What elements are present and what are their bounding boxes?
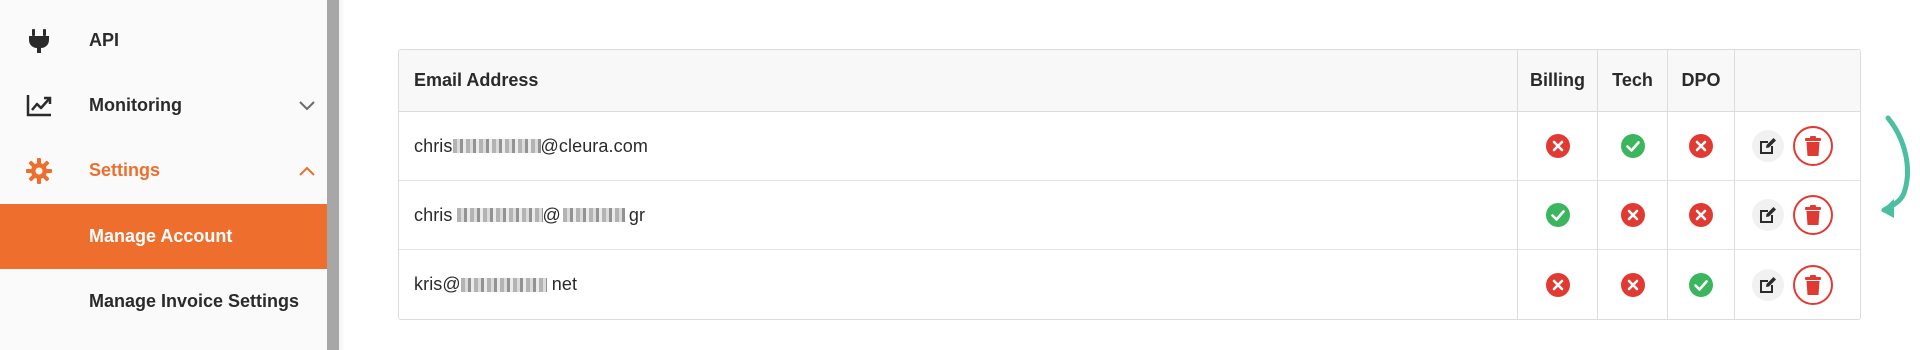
billing-cell: [1518, 181, 1598, 249]
edit-icon: [1760, 276, 1776, 293]
edit-button[interactable]: [1752, 199, 1784, 231]
tech-cell: [1598, 250, 1668, 319]
cross-icon: [1545, 272, 1571, 298]
actions-cell: [1735, 250, 1860, 319]
sidebar-item-label: Monitoring: [89, 95, 182, 115]
email-prefix: chris: [414, 204, 453, 225]
actions-cell: [1735, 112, 1860, 180]
check-icon: [1688, 272, 1714, 298]
delete-button[interactable]: [1793, 126, 1833, 166]
table-header-row: Email Address Billing Tech DPO: [399, 50, 1860, 112]
table-row: chris @ gr: [399, 181, 1860, 250]
email-cell: chris @ gr: [399, 181, 1518, 249]
cross-icon: [1620, 202, 1646, 228]
email-mid: @: [542, 204, 561, 225]
edit-icon: [1760, 207, 1776, 223]
contacts-table: Email Address Billing Tech DPO chris @cle…: [398, 49, 1861, 320]
sidebar-scrollbar[interactable]: [327, 0, 339, 350]
sidebar-item-label: Manage Account: [89, 226, 233, 246]
dpo-cell: [1668, 112, 1735, 180]
cross-icon: [1688, 133, 1714, 159]
column-header-tech: Tech: [1598, 50, 1668, 111]
redacted-text: [452, 139, 541, 153]
annotation-arrow-icon: [1881, 115, 1910, 218]
email-suffix: gr: [628, 204, 646, 225]
delete-button[interactable]: [1793, 264, 1833, 305]
page: API Monitoring Settings Manage Account M…: [0, 0, 1920, 350]
sidebar-item-api[interactable]: API: [0, 8, 327, 73]
sidebar-item-label: Settings: [89, 160, 161, 180]
email-cell: kris@ net: [399, 250, 1518, 319]
gear-icon: [26, 157, 52, 184]
sidebar-item-label: Manage Invoice Settings: [89, 291, 300, 311]
edit-button[interactable]: [1752, 130, 1784, 162]
sidebar-item-monitoring[interactable]: Monitoring: [0, 73, 327, 138]
table-row: chris @cleura.com: [399, 112, 1860, 181]
chevron-up-icon: [297, 161, 317, 181]
sidebar-item-manage-account[interactable]: Manage Account: [0, 204, 327, 269]
email-suffix: @cleura.com: [540, 135, 648, 156]
sidebar-item-label: API: [89, 30, 120, 50]
trash-icon: [1805, 274, 1821, 295]
redacted-text: [460, 277, 547, 292]
dpo-cell: [1668, 250, 1735, 319]
trash-icon: [1805, 205, 1821, 225]
sidebar-item-settings[interactable]: Settings: [0, 138, 327, 203]
trash-icon: [1805, 136, 1821, 156]
redacted-text: [562, 208, 625, 222]
sidebar-item-manage-invoice-settings[interactable]: Manage Invoice Settings: [0, 269, 327, 334]
sidebar: API Monitoring Settings Manage Account M…: [0, 0, 327, 350]
plug-icon: [26, 28, 52, 54]
billing-cell: [1518, 250, 1598, 319]
chevron-down-icon: [297, 96, 317, 116]
tech-cell: [1598, 181, 1668, 249]
email-cell: chris @cleura.com: [399, 112, 1518, 180]
cross-icon: [1620, 272, 1646, 298]
column-header-billing: Billing: [1518, 50, 1598, 111]
table-row: kris@ net: [399, 250, 1860, 319]
check-icon: [1545, 202, 1571, 228]
check-icon: [1620, 133, 1646, 159]
column-header-dpo: DPO: [1668, 50, 1735, 111]
actions-cell: [1735, 181, 1860, 249]
redacted-text: [456, 208, 543, 222]
cross-icon: [1545, 133, 1571, 159]
chart-line-icon: [26, 93, 52, 119]
email-prefix: chris: [414, 135, 453, 156]
cross-icon: [1688, 202, 1714, 228]
column-header-email: Email Address: [399, 50, 1518, 111]
email-prefix: kris@: [414, 274, 461, 294]
dpo-cell: [1668, 181, 1735, 249]
edit-button[interactable]: [1752, 268, 1784, 301]
billing-cell: [1518, 112, 1598, 180]
tech-cell: [1598, 112, 1668, 180]
email-suffix: net: [551, 274, 578, 294]
edit-icon: [1760, 138, 1776, 154]
column-header-actions: [1735, 50, 1860, 111]
delete-button[interactable]: [1793, 195, 1833, 235]
sidebar-shadow: [339, 0, 345, 350]
